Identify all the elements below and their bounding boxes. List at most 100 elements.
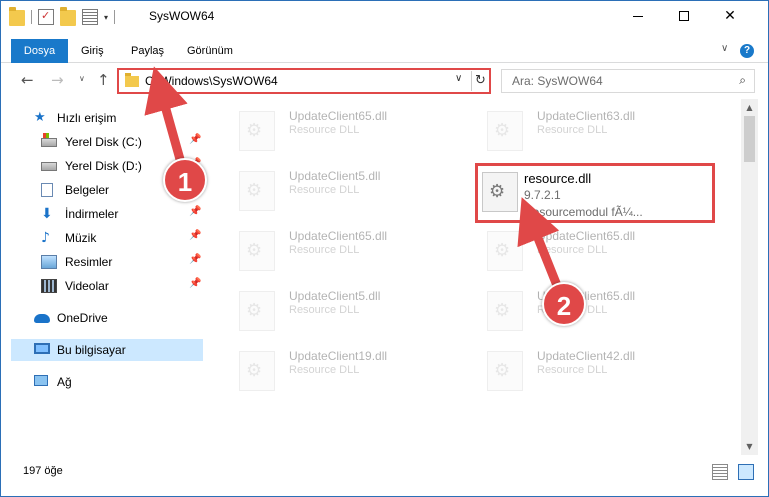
- item-count: 197 öğe: [23, 465, 63, 477]
- pin-icon[interactable]: 📌: [189, 278, 201, 289]
- maximize-icon: [679, 11, 689, 21]
- sidebar-item-label: İndirmeler: [65, 207, 119, 221]
- toolbar-separator: [114, 10, 116, 24]
- pin-icon[interactable]: 📌: [189, 206, 201, 217]
- pictures-icon: [41, 255, 57, 269]
- file-name: UpdateClient63.dll: [537, 109, 636, 123]
- sidebar-item-label: Videolar: [65, 279, 109, 293]
- file-name: UpdateClient5.dll: [289, 169, 381, 183]
- sidebar-item-videos[interactable]: Videolar 📌: [1, 275, 207, 297]
- document-icon: [41, 183, 53, 197]
- explorer-window: ▾ SysWOW64 ✕ Dosya Giriş Paylaş Görünüm …: [0, 0, 769, 497]
- view-options-icon[interactable]: [82, 9, 98, 25]
- file-item[interactable]: UpdateClient65.dll Resource DLL: [217, 219, 457, 279]
- pin-icon[interactable]: 📌: [189, 134, 201, 145]
- pin-icon[interactable]: 📌: [189, 230, 201, 241]
- chevron-down-icon[interactable]: ∨: [455, 73, 462, 84]
- file-name: UpdateClient19.dll: [289, 349, 388, 363]
- sidebar-item-label: Ağ: [57, 375, 72, 389]
- file-description: Resource DLL: [537, 364, 608, 376]
- sidebar-item-downloads[interactable]: ⬇ İndirmeler 📌: [1, 203, 207, 225]
- cloud-icon: [34, 314, 50, 323]
- tab-view[interactable]: Görünüm: [187, 39, 233, 63]
- dll-file-icon: [487, 351, 523, 391]
- file-description: Resource DLL: [289, 364, 360, 376]
- computer-icon: [34, 343, 50, 354]
- dll-file-icon: [239, 111, 275, 151]
- refresh-button[interactable]: ↻: [471, 71, 489, 91]
- tab-file[interactable]: Dosya: [11, 39, 68, 63]
- file-description: Resource DLL: [289, 124, 360, 136]
- sidebar-item-label: Resimler: [65, 255, 113, 269]
- sidebar-item-this-pc[interactable]: Bu bilgisayar: [11, 339, 203, 361]
- file-item[interactable]: UpdateClient5.dll Resource DLL: [217, 159, 457, 219]
- file-description: Resource DLL: [537, 124, 608, 136]
- file-item-resource-dll[interactable]: resource.dll 9.7.2.1 Resourcemodul fÃ¼..…: [475, 163, 715, 223]
- file-item[interactable]: UpdateClient42.dll Resource DLL: [465, 339, 705, 399]
- file-item[interactable]: UpdateClient5.dll Resource DLL: [217, 279, 457, 339]
- sidebar-item-label: Hızlı erişim: [57, 111, 117, 125]
- sidebar-item-network[interactable]: Ağ: [1, 371, 207, 393]
- dll-file-icon: [239, 171, 275, 211]
- expand-ribbon-icon[interactable]: ∨: [721, 43, 728, 54]
- scroll-up-arrow-icon[interactable]: ▲: [741, 99, 758, 116]
- star-icon: ★: [34, 110, 46, 125]
- dll-file-icon: [239, 291, 275, 331]
- file-name: UpdateClient42.dll: [537, 349, 636, 363]
- maximize-button[interactable]: [661, 1, 707, 31]
- pin-icon[interactable]: 📌: [189, 254, 201, 265]
- properties-icon[interactable]: [38, 9, 54, 25]
- annotation-step-2-badge: 2: [542, 282, 586, 326]
- file-version: 9.7.2.1: [524, 188, 561, 202]
- address-path[interactable]: C:\Windows\SysWOW64: [145, 74, 278, 88]
- dll-file-icon: [239, 351, 275, 391]
- folder-icon: [125, 73, 139, 87]
- music-icon: ♪: [41, 230, 50, 246]
- scroll-down-arrow-icon[interactable]: ▼: [741, 438, 758, 455]
- details-view-icon[interactable]: [712, 464, 728, 480]
- sidebar-item-music[interactable]: ♪ Müzik 📌: [1, 227, 207, 249]
- file-item[interactable]: UpdateClient65.dll Resource DLL: [217, 99, 457, 159]
- title-bar: ▾ SysWOW64 ✕: [1, 1, 768, 31]
- recent-locations-icon[interactable]: ∨: [79, 74, 85, 83]
- minimize-button[interactable]: [615, 1, 661, 31]
- toolbar-separator: [31, 10, 32, 24]
- back-button[interactable]: ←: [21, 71, 34, 89]
- file-description: Resourcemodul fÃ¼...: [524, 205, 643, 219]
- close-button[interactable]: ✕: [707, 1, 753, 31]
- file-description: Resource DLL: [289, 184, 360, 196]
- search-input[interactable]: Ara: SysWOW64: [512, 74, 603, 88]
- sidebar-item-label: OneDrive: [57, 311, 108, 325]
- sidebar-item-pictures[interactable]: Resimler 📌: [1, 251, 207, 273]
- dll-file-icon: [239, 231, 275, 271]
- file-item[interactable]: UpdateClient19.dll Resource DLL: [217, 339, 457, 399]
- sidebar-item-label: Müzik: [65, 231, 97, 245]
- sidebar-item-label: Yerel Disk (D:): [65, 159, 142, 173]
- up-button[interactable]: ↑: [97, 71, 110, 89]
- navigation-bar: ← → ∨ ↑ C:\Windows\SysWOW64 ∨ ↻ Ara: Sys…: [1, 63, 768, 99]
- sidebar-item-local-disk-c[interactable]: Yerel Disk (C:) 📌: [1, 131, 207, 153]
- sidebar-item-onedrive[interactable]: OneDrive: [1, 307, 207, 329]
- search-box[interactable]: Ara: SysWOW64 ⌕: [501, 69, 755, 93]
- file-item[interactable]: UpdateClient63.dll Resource DLL: [465, 99, 705, 159]
- search-icon[interactable]: ⌕: [739, 73, 746, 88]
- drive-icon: [41, 162, 57, 171]
- address-bar[interactable]: C:\Windows\SysWOW64 ∨ ↻: [117, 68, 491, 94]
- file-description: Resource DLL: [289, 304, 360, 316]
- vertical-scrollbar[interactable]: ▲ ▼: [741, 99, 758, 455]
- chevron-down-icon[interactable]: ▾: [104, 13, 108, 22]
- dll-file-icon: [487, 231, 523, 271]
- large-icons-view-icon[interactable]: [738, 464, 754, 480]
- file-name: UpdateClient65.dll: [537, 229, 636, 243]
- sidebar-item-label: Belgeler: [65, 183, 110, 197]
- sidebar-item-label: Bu bilgisayar: [57, 343, 126, 357]
- file-item[interactable]: UpdateClient65.dll Resource DLL: [465, 219, 705, 279]
- new-folder-icon[interactable]: [60, 7, 76, 26]
- tab-share[interactable]: Paylaş: [131, 39, 164, 63]
- tab-home[interactable]: Giriş: [81, 39, 104, 63]
- scrollbar-thumb[interactable]: [744, 116, 755, 162]
- sidebar-item-quick-access[interactable]: ★ Hızlı erişim: [1, 107, 207, 129]
- forward-button[interactable]: →: [51, 71, 64, 89]
- minimize-icon: [633, 15, 643, 17]
- help-icon[interactable]: ?: [740, 44, 754, 58]
